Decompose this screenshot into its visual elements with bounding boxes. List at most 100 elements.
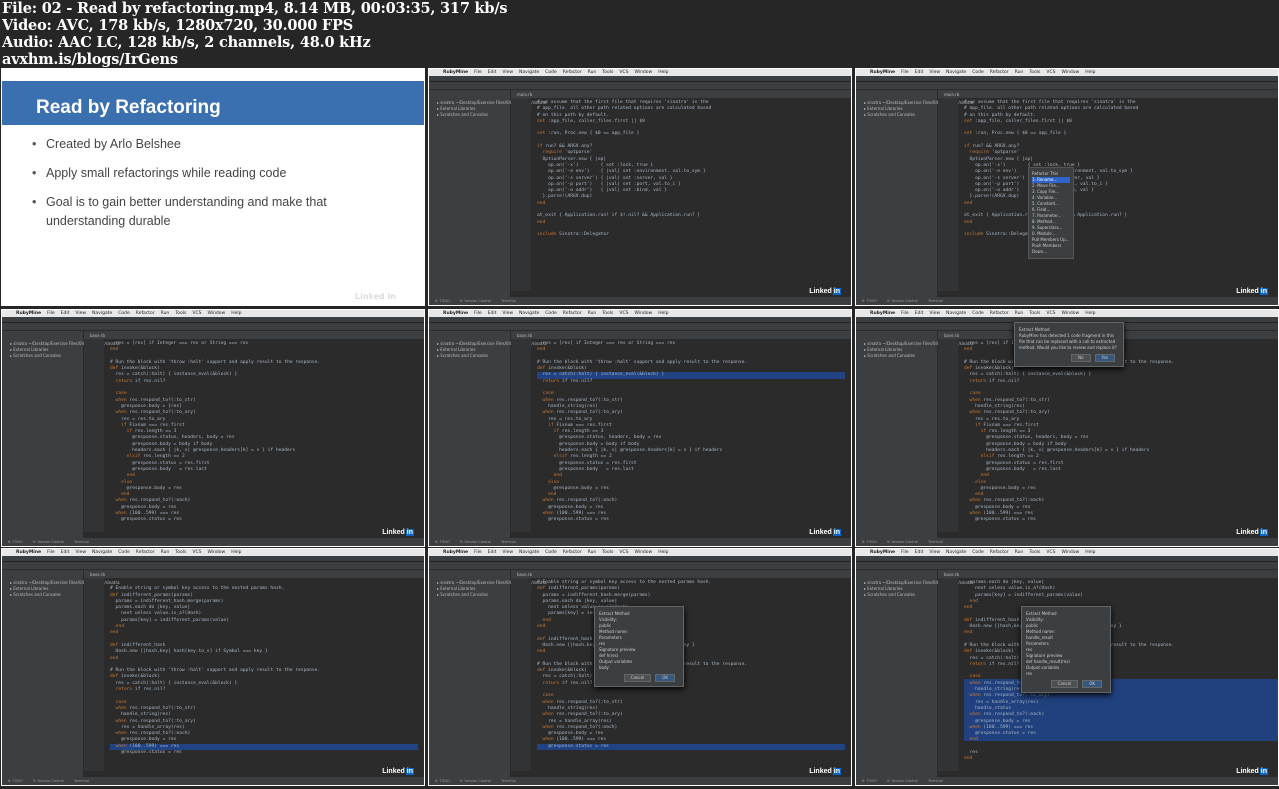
menu-item[interactable]: Help [658, 550, 668, 555]
tool-window-tab[interactable]: Terminal [501, 299, 516, 303]
dialog-button-ok[interactable]: OK [1082, 680, 1102, 688]
tool-window-tab[interactable]: Terminal [501, 540, 516, 544]
project-tree-item[interactable]: ▸ Scratches and Consoles [10, 592, 83, 598]
menu-item[interactable]: Code [545, 550, 557, 555]
menu-item[interactable]: File [474, 550, 482, 555]
menu-item[interactable]: Navigate [519, 311, 539, 316]
menu-item[interactable]: RubyMine [443, 311, 468, 316]
menu-item[interactable]: RubyMine [443, 70, 468, 75]
menu-item[interactable]: Window [1061, 311, 1079, 316]
menu-item[interactable]: View [929, 311, 940, 316]
menu-item[interactable]: Navigate [519, 550, 539, 555]
menu-item[interactable]: Refactor [563, 70, 582, 75]
menu-item[interactable]: Window [634, 311, 652, 316]
tool-window-tab[interactable]: 9: Version Control [33, 779, 64, 783]
menu-item[interactable]: Edit [61, 550, 70, 555]
menu-item[interactable]: VCS [1046, 70, 1055, 75]
code-editor[interactable]: res = [res] if Integer === res or String… [537, 341, 845, 524]
menu-item[interactable]: Code [972, 550, 984, 555]
menu-item[interactable]: Refactor [136, 550, 155, 555]
tool-window-tab[interactable]: Terminal [74, 540, 89, 544]
menu-item[interactable]: Refactor [563, 550, 582, 555]
menu-item[interactable]: VCS [619, 311, 628, 316]
editor-tab[interactable]: main.rb [944, 92, 959, 97]
code-editor[interactable]: params.each do |key, value| next unless … [964, 580, 1272, 763]
tool-window-tab[interactable]: 9: Version Control [887, 779, 918, 783]
editor-tab[interactable]: main.rb [517, 92, 532, 97]
menu-item[interactable]: Run [588, 311, 597, 316]
project-tree-item[interactable]: ▸ Scratches and Consoles [864, 112, 937, 118]
thumbnail-ide-frame[interactable]: RubyMine File Edit View Navigate Code Refactor… [428, 68, 852, 306]
menu-item[interactable]: RubyMine [870, 550, 895, 555]
editor-tab[interactable]: base.rb [517, 333, 532, 338]
menu-item[interactable]: Refactor [563, 311, 582, 316]
menu-item[interactable]: Tools [175, 311, 186, 316]
menu-item[interactable]: VCS [619, 550, 628, 555]
menu-item[interactable]: Help [231, 550, 241, 555]
menu-item[interactable]: View [75, 311, 86, 316]
thumbnail-ide-frame[interactable]: RubyMine File Edit View Navigate Code Refactor… [1, 548, 425, 786]
thumbnail-slide[interactable]: Read by Refactoring Created by Arlo Bels… [1, 68, 425, 306]
tool-window-tab[interactable]: Terminal [928, 299, 943, 303]
menu-item[interactable]: Navigate [946, 550, 966, 555]
tool-window-tab[interactable]: 9: Version Control [460, 540, 491, 544]
menu-item[interactable]: View [502, 70, 513, 75]
menu-item[interactable]: View [929, 550, 940, 555]
tool-window-tab[interactable]: 9: Version Control [460, 299, 491, 303]
menu-item[interactable]: Refactor [990, 550, 1009, 555]
tool-window-tab[interactable]: Terminal [928, 540, 943, 544]
menu-item[interactable]: Navigate [92, 550, 112, 555]
tool-window-tab[interactable]: 9: Version Control [887, 299, 918, 303]
menu-item[interactable]: View [502, 550, 513, 555]
thumbnail-ide-frame[interactable]: RubyMine File Edit View Navigate Code Refactor… [855, 68, 1279, 306]
dialog-button-ok[interactable]: OK [655, 674, 675, 682]
project-tree-item[interactable]: ▸ Scratches and Consoles [437, 112, 510, 118]
popup-menu-item[interactable]: Push Members Down... [1032, 243, 1070, 255]
menu-item[interactable]: Window [634, 550, 652, 555]
code-editor[interactable]: # we assume that the first file that req… [964, 100, 1272, 239]
menu-item[interactable]: Tools [1029, 550, 1040, 555]
menu-item[interactable]: Run [161, 550, 170, 555]
menu-item[interactable]: Edit [488, 550, 497, 555]
menu-item[interactable]: RubyMine [443, 550, 468, 555]
menu-item[interactable]: VCS [619, 70, 628, 75]
menu-item[interactable]: Help [658, 70, 668, 75]
thumbnail-ide-frame[interactable]: RubyMine File Edit View Navigate Code Refactor… [855, 548, 1279, 786]
menu-item[interactable]: File [474, 311, 482, 316]
editor-tab[interactable]: base.rb [90, 572, 105, 577]
tool-window-tab[interactable]: 9: Version Control [887, 540, 918, 544]
dialog-button-cancel[interactable]: Cancel [623, 674, 652, 682]
menu-item[interactable]: RubyMine [870, 70, 895, 75]
menu-item[interactable]: Tools [1029, 311, 1040, 316]
menu-item[interactable]: File [901, 70, 909, 75]
menu-item[interactable]: Code [118, 311, 130, 316]
menu-item[interactable]: Tools [602, 311, 613, 316]
menu-item[interactable]: File [901, 311, 909, 316]
menu-item[interactable]: Run [1015, 311, 1024, 316]
menu-item[interactable]: RubyMine [870, 311, 895, 316]
menu-item[interactable]: View [502, 311, 513, 316]
tool-window-tab[interactable]: 6: TODO [435, 299, 450, 303]
menu-item[interactable]: Edit [915, 311, 924, 316]
menu-item[interactable]: Navigate [519, 70, 539, 75]
menu-item[interactable]: VCS [192, 550, 201, 555]
tool-window-tab[interactable]: 6: TODO [435, 540, 450, 544]
menu-item[interactable]: VCS [1046, 311, 1055, 316]
menu-item[interactable]: Run [161, 311, 170, 316]
menu-item[interactable]: Help [1085, 311, 1095, 316]
project-tree-item[interactable]: ▸ Scratches and Consoles [10, 353, 83, 359]
dialog-button-no[interactable]: No [1071, 354, 1091, 362]
menu-item[interactable]: Window [634, 70, 652, 75]
thumbnail-ide-frame[interactable]: RubyMine File Edit View Navigate Code Refactor… [855, 309, 1279, 547]
code-editor[interactable]: res = [res] if Integer === res or String… [964, 341, 1272, 524]
menu-item[interactable]: VCS [1046, 550, 1055, 555]
menu-item[interactable]: Code [118, 550, 130, 555]
menu-item[interactable]: RubyMine [16, 550, 41, 555]
menu-item[interactable]: Code [545, 70, 557, 75]
menu-item[interactable]: Tools [1029, 70, 1040, 75]
menu-item[interactable]: Help [658, 311, 668, 316]
menu-item[interactable]: Code [972, 70, 984, 75]
editor-tab[interactable]: base.rb [944, 572, 959, 577]
menu-item[interactable]: Help [231, 311, 241, 316]
tool-window-tab[interactable]: 6: TODO [862, 779, 877, 783]
